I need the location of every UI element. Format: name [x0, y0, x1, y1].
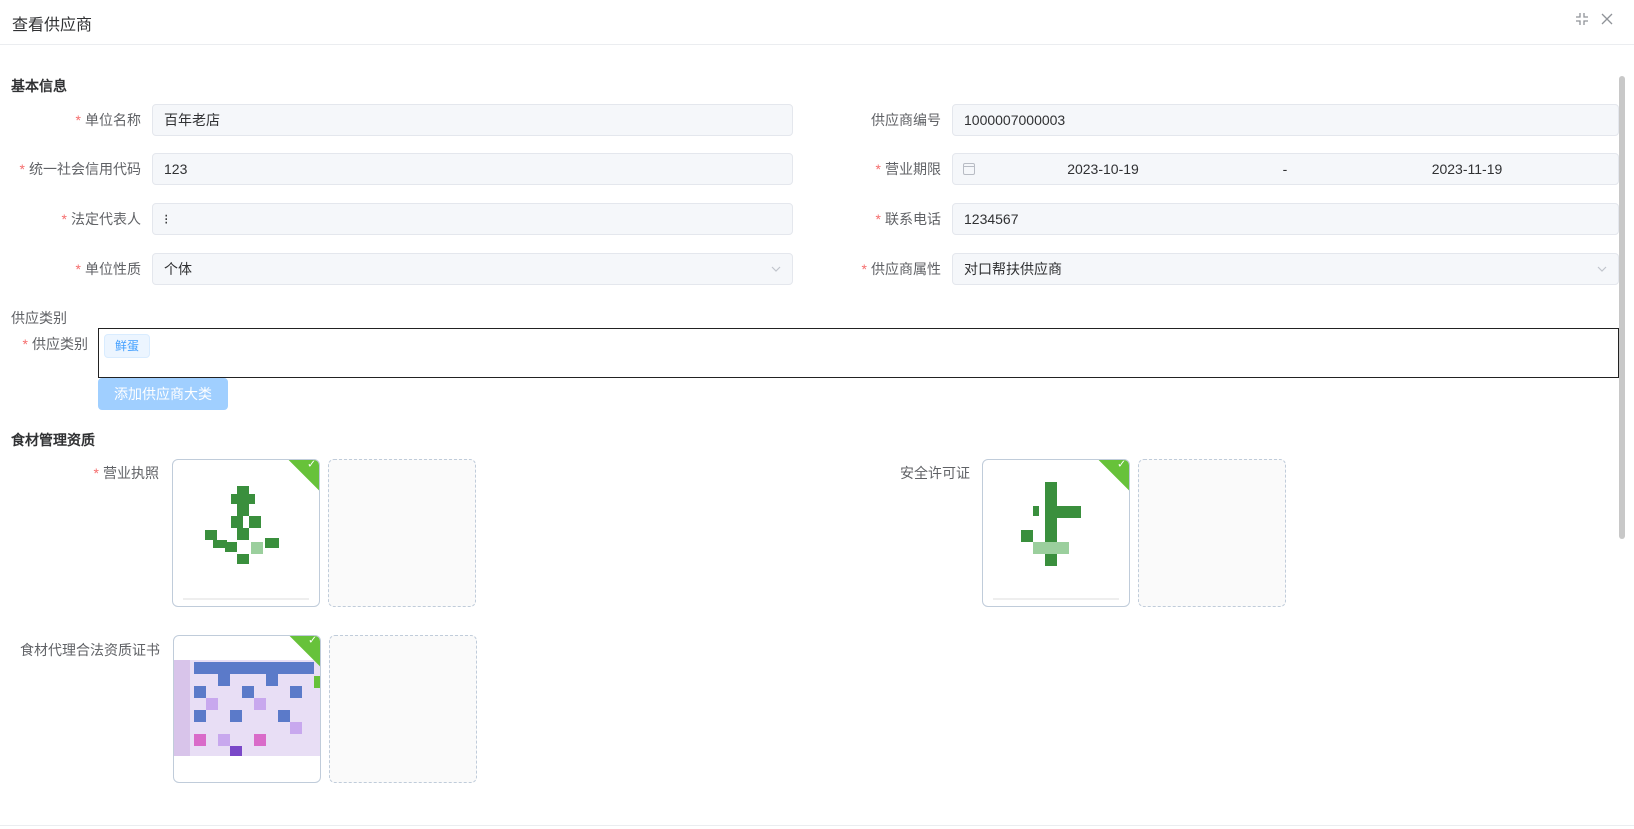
safety-image-card[interactable]: ✓: [982, 459, 1130, 607]
safety-label: 安全许可证: [900, 465, 970, 481]
section-supply-category: 供应类别: [11, 310, 67, 326]
unit-nature-select[interactable]: 个体: [152, 253, 793, 285]
license-image-card[interactable]: ✓: [172, 459, 320, 607]
agency-image-card[interactable]: ✓: [173, 635, 321, 783]
chevron-down-icon: [1596, 254, 1608, 284]
agency-image: [174, 660, 320, 756]
add-category-button[interactable]: 添加供应商大类: [98, 378, 228, 410]
dialog-header: 查看供应商: [0, 0, 1634, 45]
license-label: * 营业执照: [93, 465, 159, 481]
collapse-icon[interactable]: [1573, 12, 1591, 30]
credit-code-field[interactable]: 123: [152, 153, 793, 185]
category-tag[interactable]: 鲜蛋: [104, 334, 151, 358]
agency-label: 食材代理合法资质证书: [20, 642, 160, 658]
dialog-title: 查看供应商: [12, 17, 93, 34]
credit-code-label: * 统一社会信用代码: [19, 161, 141, 177]
license-upload-slot[interactable]: [328, 459, 476, 607]
check-icon: ✓: [1117, 459, 1127, 471]
legal-rep-label: * 法定代表人: [61, 211, 141, 227]
check-icon: ✓: [308, 635, 318, 647]
phone-field[interactable]: 1234567: [952, 203, 1619, 235]
supplier-no-label: 供应商编号: [871, 112, 941, 128]
supplier-no-field[interactable]: 1000007000003: [952, 104, 1619, 136]
phone-label: * 联系电话: [875, 211, 941, 227]
vertical-scrollbar[interactable]: [1619, 76, 1625, 539]
unit-nature-label: * 单位性质: [75, 261, 141, 277]
license-image: [205, 486, 279, 564]
supplier-attr-value: 对口帮扶供应商: [964, 261, 1062, 277]
business-term-label: * 营业期限: [875, 161, 941, 177]
unit-name-field[interactable]: 百年老店: [152, 104, 793, 136]
section-basic-info: 基本信息: [11, 78, 67, 94]
date-end: 2023-11-19: [1431, 161, 1503, 177]
unit-nature-value: 个体: [164, 261, 192, 277]
close-icon[interactable]: [1598, 12, 1616, 30]
category-label: * 供应类别: [22, 336, 88, 352]
chevron-down-icon: [770, 254, 782, 284]
agency-upload-slot[interactable]: [329, 635, 477, 783]
safety-image: [1021, 482, 1081, 566]
category-tag-box[interactable]: 鲜蛋: [98, 328, 1619, 378]
section-qualification: 食材管理资质: [11, 432, 95, 448]
business-term-range[interactable]: 2023-10-19 - 2023-11-19: [952, 153, 1619, 185]
supplier-attr-label: * 供应商属性: [861, 261, 941, 277]
legal-rep-field[interactable]: ⁝: [152, 203, 793, 235]
safety-upload-slot[interactable]: [1138, 459, 1286, 607]
check-icon: ✓: [307, 459, 317, 471]
supplier-attr-select[interactable]: 对口帮扶供应商: [952, 253, 1619, 285]
unit-name-label: * 单位名称: [75, 112, 141, 128]
